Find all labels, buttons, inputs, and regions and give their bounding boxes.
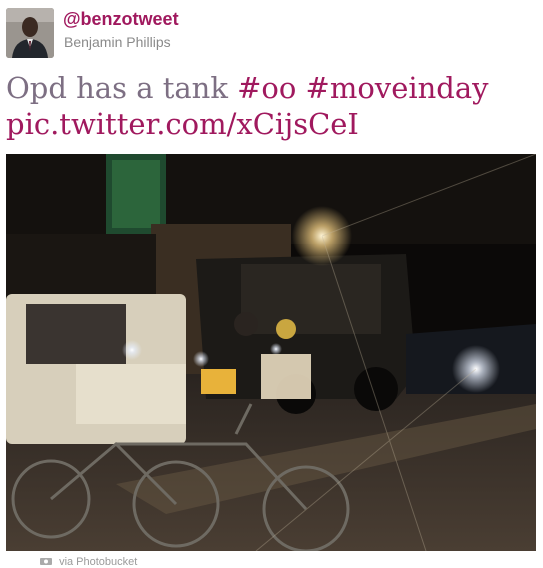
tweet-photo-link[interactable]: pic.twitter.com/xCijsCeI [6, 107, 359, 141]
footer: via Photobucket [40, 556, 137, 568]
hashtag-moveinday[interactable]: #moveinday [306, 71, 489, 105]
photo-image [6, 154, 536, 551]
author-handle[interactable]: @benzotweet [63, 9, 179, 30]
avatar[interactable] [6, 8, 54, 58]
author-name[interactable]: Benjamin Phillips [64, 34, 171, 50]
tweet-photo[interactable] [6, 154, 536, 551]
tweet-text: Opd has a tank #oo #moveinday pic.twitte… [6, 70, 536, 142]
hashtag-oo[interactable]: #oo [237, 71, 296, 105]
tweet-body: Opd has a tank [6, 71, 228, 105]
user-avatar-icon [6, 8, 54, 58]
camera-icon [40, 556, 55, 568]
footer-text: via Photobucket [59, 556, 138, 568]
